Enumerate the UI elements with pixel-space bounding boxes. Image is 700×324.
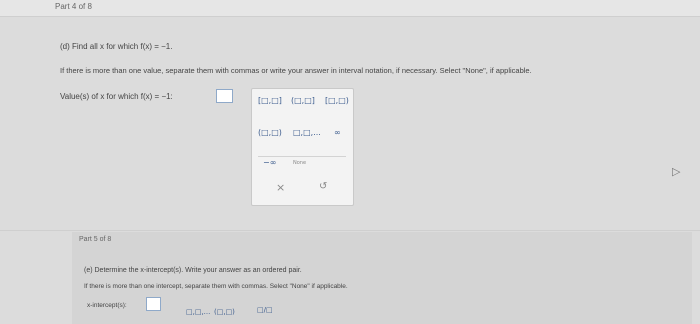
list-button[interactable]: □,□,...	[293, 128, 321, 137]
infinity-button[interactable]: ∞	[334, 128, 341, 137]
part-4-label: Part 4 of 8	[55, 2, 92, 11]
half-open-left-button[interactable]: (□,□]	[291, 96, 315, 105]
clear-icon[interactable]: ×	[276, 181, 285, 194]
instructions-d: If there is more than one value, separat…	[60, 66, 532, 75]
math-palette	[251, 88, 354, 206]
answer-input-e[interactable]	[146, 297, 161, 311]
ordered-pair-button[interactable]: (□,□)	[214, 308, 235, 316]
answer-label-d: Value(s) of x for which f(x) = −1:	[60, 92, 173, 101]
half-open-right-button[interactable]: [□,□)	[325, 96, 349, 105]
palette-separator	[258, 156, 346, 157]
question-d: (d) Find all x for which f(x) = −1.	[60, 42, 173, 51]
closed-interval-button[interactable]: [□,□]	[258, 96, 282, 105]
top-bar	[0, 0, 700, 16]
fraction-button[interactable]: □/□	[257, 306, 273, 314]
neg-infinity-button[interactable]: −∞	[263, 158, 276, 167]
undo-icon[interactable]: ↺	[319, 181, 327, 192]
answer-input-d[interactable]	[216, 89, 233, 103]
part-5-label: Part 5 of 8	[79, 236, 112, 243]
answer-label-e: x-intercept(s):	[87, 302, 127, 309]
cursor-icon: ▷	[672, 166, 681, 178]
question-e: (e) Determine the x-intercept(s). Write …	[84, 267, 302, 274]
part-5-panel	[72, 232, 692, 324]
divider	[0, 16, 700, 17]
open-interval-button[interactable]: (□,□)	[258, 128, 282, 137]
instructions-e: If there is more than one intercept, sep…	[84, 283, 348, 290]
list-button-e[interactable]: □,□,...	[186, 308, 210, 316]
none-button[interactable]: None	[293, 160, 306, 166]
divider	[0, 230, 700, 231]
